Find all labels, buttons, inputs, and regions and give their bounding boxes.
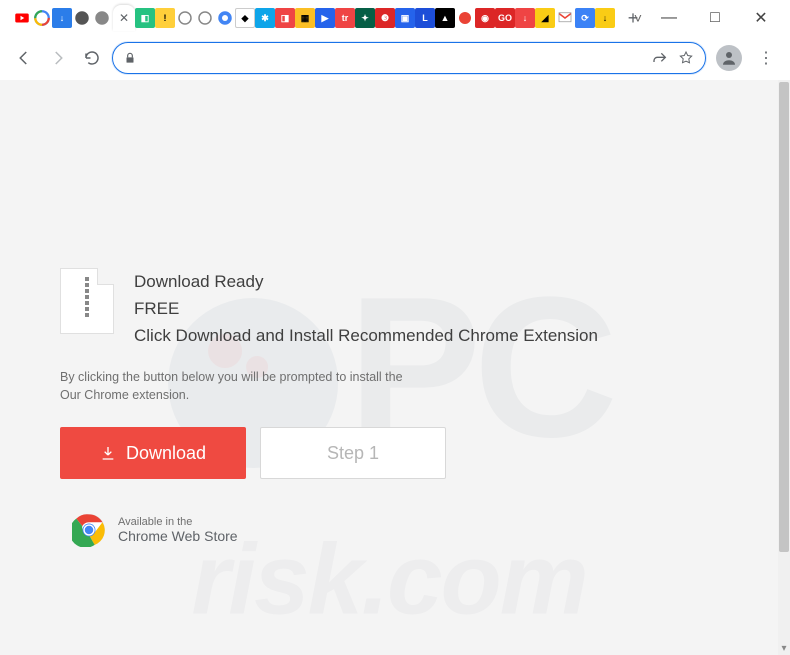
bookmark-button[interactable] [677,49,695,67]
close-icon[interactable]: ✕ [119,11,129,25]
chrome-store-badge[interactable]: Available in the Chrome Web Store [72,513,718,547]
back-button[interactable] [10,44,38,72]
hero-line2: FREE [134,295,598,322]
tab-favicon[interactable] [195,8,215,28]
lock-icon [123,51,137,65]
hero-line1: Download Ready [134,268,598,295]
download-button[interactable]: Download [60,427,246,479]
profile-button[interactable] [716,45,742,71]
tab-favicon[interactable]: L [415,8,435,28]
tab-favicon[interactable] [455,8,475,28]
active-tab[interactable]: ✕ [113,5,135,31]
window-minimize-button[interactable]: — [646,2,692,34]
tab-favicon[interactable]: ✦ [355,8,375,28]
tab-favicon[interactable]: ▶ [315,8,335,28]
tab-favicon[interactable]: ↓ [515,8,535,28]
tab-favicon[interactable]: ✱ [255,8,275,28]
tab-favicon[interactable]: ◧ [135,8,155,28]
tab-favicon[interactable]: ◨ [275,8,295,28]
reload-button[interactable] [78,44,106,72]
menu-button[interactable]: ⋮ [752,48,780,68]
tab-favicon[interactable]: ↓ [52,8,72,28]
arrow-left-icon [15,49,33,67]
store-text: Available in the Chrome Web Store [118,516,238,544]
window-controls: ˅ — □ ✕ [634,0,784,36]
store-big-text: Chrome Web Store [118,528,238,544]
share-icon [652,50,668,66]
reload-icon [83,49,101,67]
tab-favicon[interactable] [72,8,92,28]
download-icon [100,445,116,461]
share-button[interactable] [651,49,669,67]
scroll-down-arrow-icon[interactable]: ▾ [778,641,790,655]
person-icon [720,49,738,67]
tabs-dropdown-icon[interactable]: ˅ [634,10,642,26]
window-close-button[interactable]: ✕ [738,2,784,34]
address-bar[interactable] [112,42,706,74]
tab-favicon[interactable] [12,8,32,28]
tab-favicon[interactable] [215,8,235,28]
tab-favicon[interactable]: ▲ [435,8,455,28]
page-viewport: ▾ PC risk.com Download Ready FREE Click … [0,80,790,655]
tab-favicon[interactable] [32,8,52,28]
download-button-label: Download [126,443,206,464]
tab-favicon[interactable]: ◢ [535,8,555,28]
tab-favicon[interactable]: ◉ [475,8,495,28]
arrow-right-icon [49,49,67,67]
tab-favicon[interactable] [92,8,112,28]
tab-favicon[interactable]: ↓ [595,8,615,28]
tab-favicon[interactable]: ❸ [375,8,395,28]
tab-favicon[interactable]: ⟳ [575,8,595,28]
star-icon [678,50,694,66]
zipper-icon [81,277,93,325]
tab-favicon[interactable] [555,8,575,28]
hero-text: Download Ready FREE Click Download and I… [134,268,598,350]
browser-toolbar: ⋮ [0,36,790,80]
forward-button[interactable] [44,44,72,72]
tab-favicon[interactable]: ▦ [295,8,315,28]
step-button-label: Step 1 [327,443,379,464]
tab-strip: ↓ ✕ ◧ ! ◆ ✱ ◨ ▦ ▶ tr ✦ ❸ ▣ L ▲ ◉ GO ↓ ◢ … [0,5,645,31]
window-maximize-button[interactable]: □ [692,2,738,34]
tab-favicon[interactable]: GO [495,8,515,28]
tab-favicon[interactable]: tr [335,8,355,28]
store-small-text: Available in the [118,516,238,528]
titlebar: ↓ ✕ ◧ ! ◆ ✱ ◨ ▦ ▶ tr ✦ ❸ ▣ L ▲ ◉ GO ↓ ◢ … [0,0,790,36]
chrome-icon [72,513,106,547]
tab-favicon[interactable]: ◆ [235,8,255,28]
button-row: Download Step 1 [60,427,718,479]
tab-favicon[interactable]: ! [155,8,175,28]
scrollbar-thumb[interactable] [779,82,789,552]
tab-favicon[interactable] [175,8,195,28]
step-button[interactable]: Step 1 [260,427,446,479]
page-content: PC risk.com Download Ready FREE Click Do… [0,80,778,655]
hero-row: Download Ready FREE Click Download and I… [60,268,718,350]
disclaimer-text: By clicking the button below you will be… [60,368,718,406]
hero-line3: Click Download and Install Recommended C… [134,322,598,349]
dots-vertical-icon: ⋮ [758,50,774,67]
file-icon [60,268,114,334]
vertical-scrollbar[interactable]: ▾ [778,80,790,655]
tab-favicon[interactable]: ▣ [395,8,415,28]
